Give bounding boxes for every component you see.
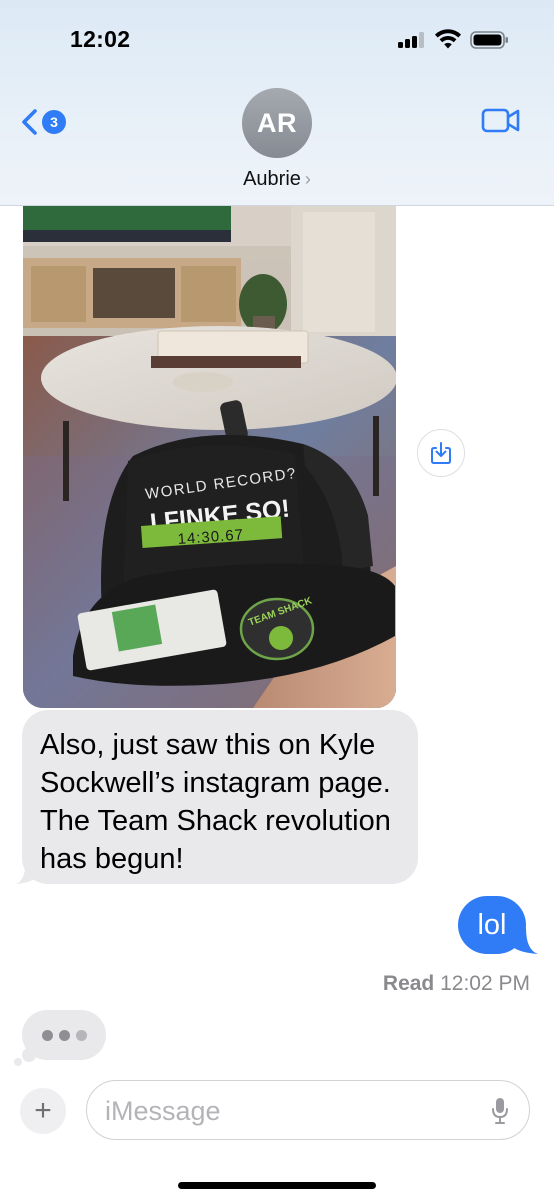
signal-icon xyxy=(398,32,426,48)
typing-dot xyxy=(58,1029,70,1041)
typing-tail-small xyxy=(14,1058,22,1066)
incoming-message-bubble[interactable]: Also, just saw this on Kyle Sockwell’s i… xyxy=(22,710,418,884)
typing-dot xyxy=(41,1029,53,1041)
contact-avatar[interactable]: AR xyxy=(242,88,312,158)
save-photo-button[interactable] xyxy=(417,429,465,477)
wifi-icon xyxy=(435,29,461,49)
unread-count-badge: 3 xyxy=(42,110,66,134)
incoming-message-text: Also, just saw this on Kyle Sockwell’s i… xyxy=(40,729,391,875)
video-call-button[interactable] xyxy=(481,106,521,136)
conversation-header: 12:02 3 AR Aubrie › xyxy=(0,0,554,206)
back-chevron-icon xyxy=(22,109,37,135)
photo-attachment[interactable]: WORLD RECORD? I FINKE SO! 14:30.67 TEAM … xyxy=(23,206,396,708)
microphone-icon[interactable] xyxy=(491,1097,509,1125)
outgoing-message-text: lol xyxy=(477,908,507,941)
apps-plus-button[interactable]: + xyxy=(20,1088,66,1134)
read-time: 12:02 PM xyxy=(440,972,530,995)
contact-name: Aubrie xyxy=(243,168,301,190)
home-indicator xyxy=(178,1182,376,1189)
status-bar: 12:02 xyxy=(0,0,554,84)
plus-icon: + xyxy=(34,1094,52,1127)
outgoing-message-bubble[interactable]: lol xyxy=(458,896,526,954)
contact-name-button[interactable]: Aubrie › xyxy=(0,168,554,191)
read-label: Read xyxy=(382,972,435,995)
cap-photo-image: WORLD RECORD? I FINKE SO! 14:30.67 TEAM … xyxy=(23,206,396,708)
typing-indicator xyxy=(22,1010,106,1060)
back-button[interactable]: 3 xyxy=(20,104,76,140)
save-download-icon xyxy=(431,442,451,464)
battery-icon xyxy=(470,31,508,49)
status-time: 12:02 xyxy=(70,26,131,52)
input-placeholder: iMessage xyxy=(105,1096,221,1126)
chevron-right-icon: › xyxy=(304,169,311,189)
read-receipt: Read 12:02 PM xyxy=(383,972,530,996)
imessage-input[interactable]: iMessage xyxy=(86,1080,530,1140)
typing-dot xyxy=(75,1029,87,1041)
